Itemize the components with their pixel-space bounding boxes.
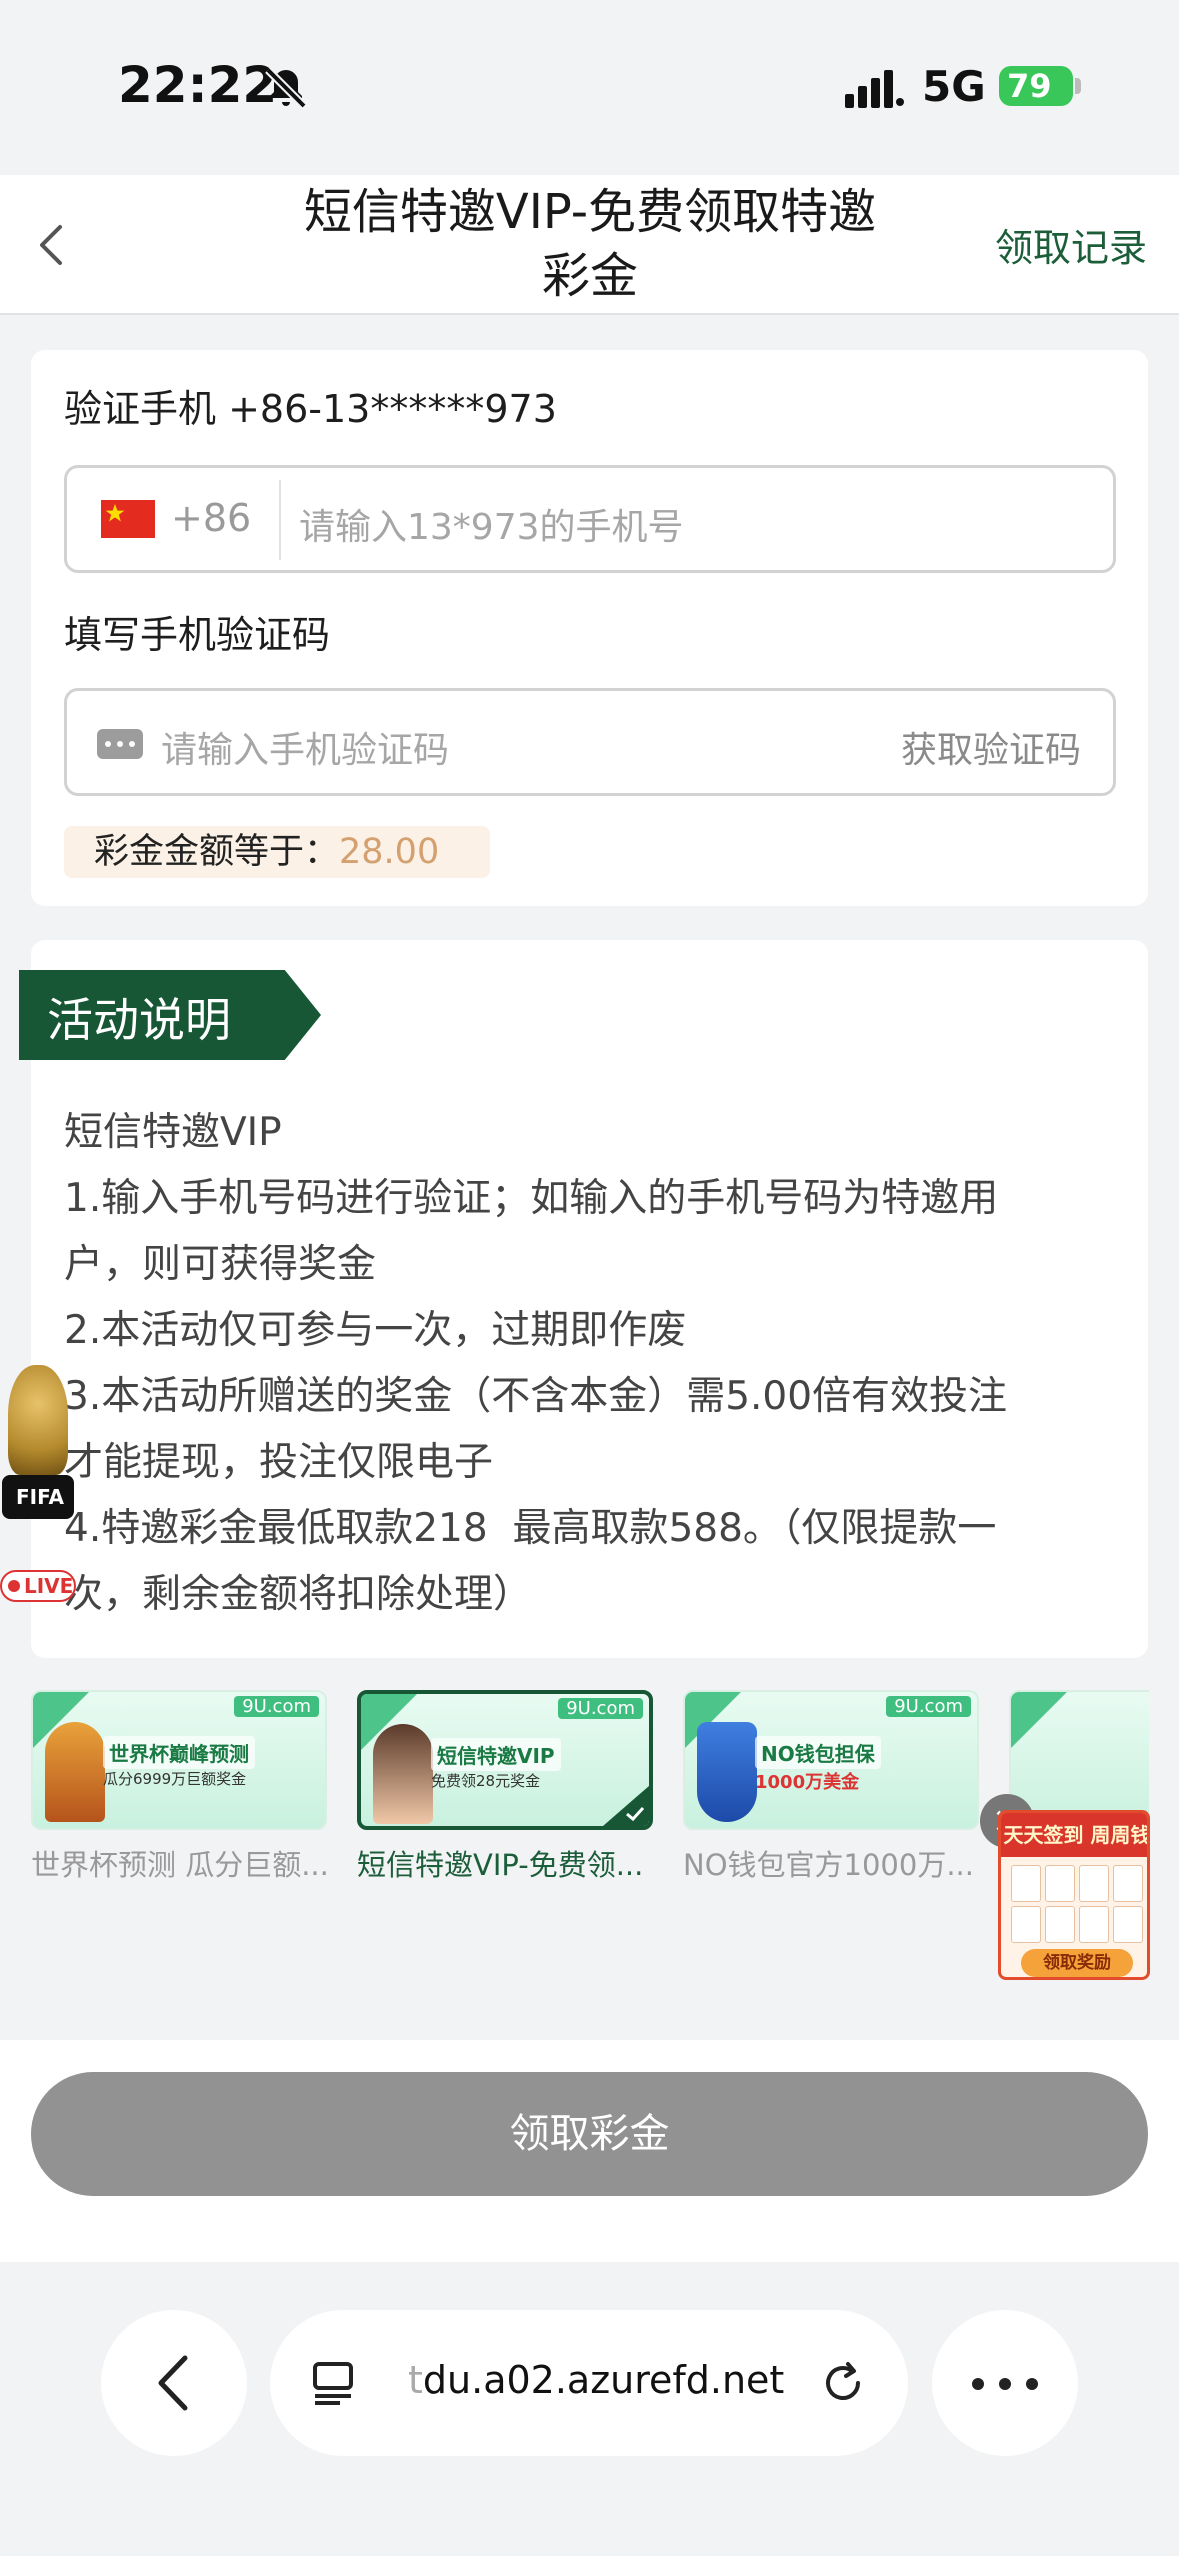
browser-toolbar: tdu.a02.azurefd.net — [0, 2262, 1179, 2556]
promo-card-wallet[interactable]: 9U.com NO钱包担保 1000万美金 NO钱包官方1000万... — [683, 1690, 979, 1884]
nav-bar: 短信特邀VIP-免费领取特邀 彩金 领取记录 — [0, 175, 1179, 315]
more-options-icon[interactable] — [932, 2310, 1078, 2456]
battery-level: 79 — [1007, 67, 1052, 105]
model-art — [373, 1724, 433, 1824]
promo-tag: 9U.com — [886, 1696, 971, 1717]
url-text: tdu.a02.azurefd.net — [408, 2358, 784, 2402]
activity-line: 2.本活动仅可参与一次，过期即作废 — [64, 1308, 687, 1353]
world-cup-float[interactable]: FIFA — [0, 1365, 80, 1605]
promo-sub: 1000万美金 — [755, 1772, 860, 1793]
trophy-icon — [8, 1365, 68, 1475]
promo-headline: 短信特邀VIP — [431, 1738, 561, 1771]
mascot-art — [45, 1722, 105, 1822]
activity-card: 活动说明 短信特邀VIP 1.输入手机号码进行验证；如输入的手机号码为特邀用 户… — [19, 940, 1148, 1658]
code-field[interactable]: 请输入手机验证码 获取验证码 — [64, 688, 1116, 796]
promo-card-vip[interactable]: 9U.com 短信特邀VIP 免费领28元奖金 短信特邀VIP-免费领... — [357, 1690, 653, 1884]
amount-label: 彩金金额等于： — [94, 832, 340, 872]
battery-icon: 79 — [999, 66, 1073, 106]
bottom-action-bar: 领取彩金 — [0, 2040, 1179, 2262]
promo-caption: 短信特邀VIP-免费领... — [357, 1848, 644, 1882]
china-flag-icon — [101, 500, 155, 538]
status-bar: 22:22 5G 79 — [0, 0, 1179, 175]
activity-title: 活动说明 — [47, 993, 231, 1047]
reload-icon[interactable] — [818, 2358, 868, 2408]
page-title-line2: 彩金 — [541, 248, 638, 304]
activity-ribbon: 活动说明 — [19, 970, 321, 1060]
claim-bonus-button[interactable]: 领取彩金 — [31, 2072, 1148, 2196]
signin-claim-button[interactable]: 领取奖励 — [1021, 1949, 1133, 1977]
phone-label: 验证手机 +86-13******973 — [64, 387, 557, 431]
promo-headline: 世界杯巅峰预测 — [103, 1736, 255, 1769]
activity-line: 户，则可获得奖金 — [64, 1242, 377, 1287]
activity-line: 3.本活动所赠送的奖金（不含本金）需5.00倍有效投注 — [64, 1374, 1008, 1419]
promo-headline: NO钱包担保 — [755, 1736, 881, 1769]
selected-check-icon — [603, 1786, 649, 1826]
records-link[interactable]: 领取记录 — [995, 217, 1147, 272]
code-label: 填写手机验证码 — [64, 613, 331, 657]
live-badge[interactable]: LIVE — [0, 1570, 76, 1602]
back-chevron-icon[interactable] — [28, 213, 76, 277]
activity-line: 才能提现，投注仅限电子 — [64, 1440, 494, 1485]
get-code-button[interactable]: 获取验证码 — [901, 721, 1081, 773]
promo-tag: 9U.com — [234, 1696, 319, 1717]
status-time: 22:22 — [118, 56, 278, 114]
activity-line: 短信特邀VIP — [64, 1110, 282, 1155]
signin-title: 天天签到 周周钱到 — [1001, 1813, 1147, 1891]
signin-days — [1011, 1865, 1143, 1943]
activity-line: 次，剩余金额将扣除处理） — [64, 1572, 533, 1617]
country-code[interactable]: +86 — [171, 496, 251, 540]
promo-tag: 9U.com — [558, 1698, 643, 1719]
back-chevron-icon — [158, 2355, 188, 2411]
promo-image: 9U.com 世界杯巅峰预测 瓜分6999万巨额奖金 — [31, 1690, 327, 1830]
promo-corner — [1011, 1692, 1067, 1748]
promo-card-worldcup[interactable]: 9U.com 世界杯巅峰预测 瓜分6999万巨额奖金 世界杯预测 瓜分巨额... — [31, 1690, 329, 1884]
battery-tip — [1075, 78, 1081, 94]
page-title-line1: 短信特邀VIP-免费领取特邀 — [303, 184, 877, 240]
reader-icon[interactable] — [312, 2360, 358, 2406]
url-faded: t — [408, 2358, 423, 2402]
browser-back-button[interactable] — [101, 2310, 247, 2456]
signal-icon — [845, 70, 904, 108]
address-bar[interactable]: tdu.a02.azurefd.net — [270, 2310, 908, 2456]
promo-caption: 世界杯预测 瓜分巨额... — [31, 1848, 329, 1882]
page-title: 短信特邀VIP-免费领取特邀 彩金 — [250, 180, 930, 308]
activity-description: 短信特邀VIP 1.输入手机号码进行验证；如输入的手机号码为特邀用 户，则可获得… — [64, 1100, 1124, 1628]
signin-float[interactable]: 天天签到 周周钱到 领取奖励 — [998, 1810, 1150, 1980]
promo-caption: NO钱包官方1000万... — [683, 1848, 974, 1882]
fifa-label: FIFA — [16, 1485, 64, 1509]
activity-line: 1.输入手机号码进行验证；如输入的手机号码为特邀用 — [64, 1176, 999, 1221]
activity-line: 4.特邀彩金最低取款218 最高取款588。（仅限提款一 — [64, 1506, 997, 1551]
phone-input[interactable]: 请输入13*973的手机号 — [299, 498, 684, 550]
shield-icon — [697, 1722, 757, 1822]
amount-value: 28.00 — [339, 832, 440, 872]
url-domain: du.a02.azurefd.net — [422, 2358, 785, 2402]
promo-sub: 瓜分6999万巨额奖金 — [103, 1770, 247, 1788]
amount-badge: 彩金金额等于：28.00 — [64, 826, 490, 878]
code-input[interactable]: 请输入手机验证码 — [161, 721, 449, 773]
promo-image: 9U.com 短信特邀VIP 免费领28元奖金 — [357, 1690, 653, 1830]
field-divider — [279, 480, 281, 560]
message-icon — [97, 729, 143, 759]
network-type: 5G — [922, 62, 986, 111]
phone-field[interactable]: +86 请输入13*973的手机号 — [64, 465, 1116, 573]
promo-sub: 免费领28元奖金 — [431, 1772, 541, 1790]
promo-image: 9U.com NO钱包担保 1000万美金 — [683, 1690, 979, 1830]
verify-card: 验证手机 +86-13******973 +86 请输入13*973的手机号 填… — [31, 350, 1148, 906]
bell-muted-icon — [265, 67, 307, 109]
